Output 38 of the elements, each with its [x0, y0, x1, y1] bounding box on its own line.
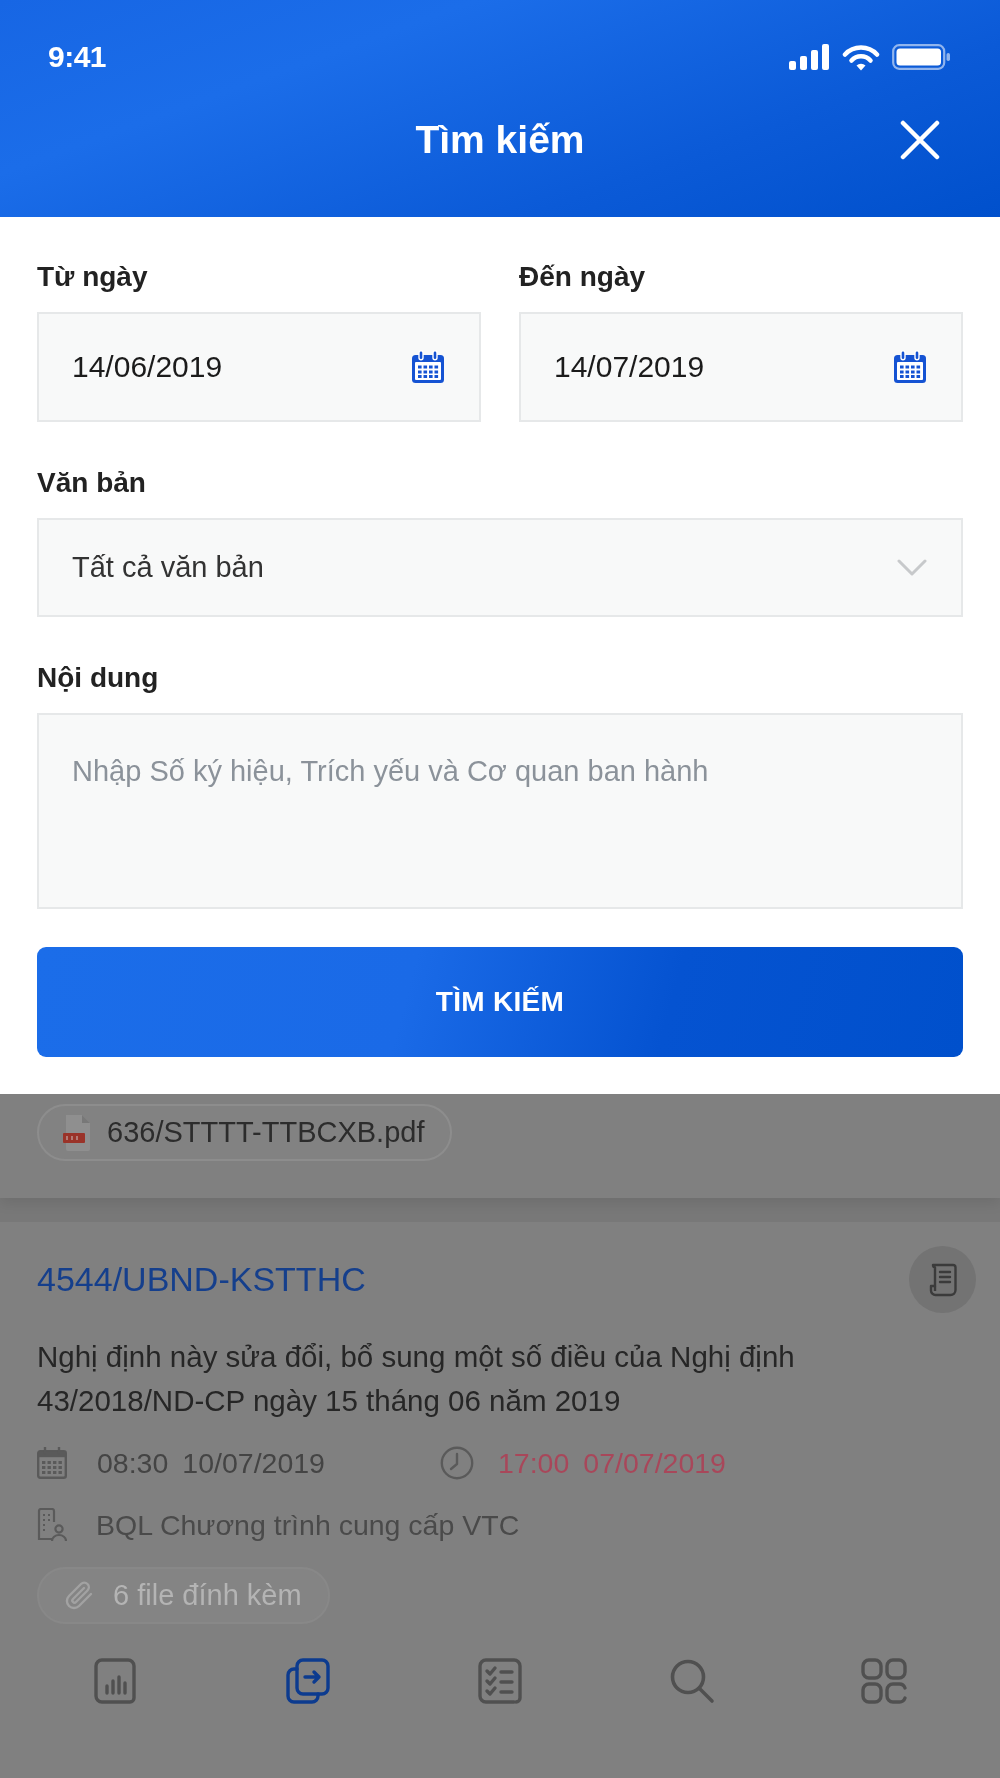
- deadline-time: 17:00: [498, 1446, 570, 1480]
- search-icon: [668, 1657, 716, 1705]
- document-type-select[interactable]: Tất cả văn bản: [37, 518, 963, 617]
- attachment-chip[interactable]: 636/STTTT-TTBCXB.pdf: [37, 1104, 453, 1161]
- grid-icon: [860, 1657, 908, 1705]
- received-date: 10/07/2019: [182, 1446, 325, 1480]
- calendar-icon: [411, 350, 445, 384]
- clock-icon: [440, 1446, 474, 1480]
- field-label: Văn bản: [37, 466, 146, 500]
- calendar-icon: [893, 350, 927, 384]
- date-field[interactable]: 14/06/2019: [37, 312, 481, 422]
- chevron-down-icon: [897, 558, 927, 577]
- nav-tab[interactable]: [668, 1657, 716, 1705]
- close-button[interactable]: [898, 118, 942, 162]
- field-label: Từ ngày: [37, 260, 148, 294]
- close-icon: [900, 120, 940, 160]
- building-person-icon: [37, 1508, 67, 1542]
- checklist-icon: [476, 1657, 524, 1705]
- nav-tab[interactable]: [476, 1657, 524, 1705]
- documents-arrow-icon: [284, 1657, 332, 1705]
- battery-icon: [892, 44, 950, 70]
- nav-tab[interactable]: [860, 1657, 908, 1705]
- received-time: 08:30: [97, 1446, 169, 1480]
- calendar-icon: [37, 1447, 67, 1479]
- document-summary: Nghị định này sửa đổi, bổ sung một số điều của Nghị định 43/2018/ND-CP ngày 15 tháng 06 năm 2019: [37, 1339, 796, 1419]
- signal-icon: [789, 44, 830, 70]
- wifi-icon: [842, 43, 880, 71]
- content-field[interactable]: Nhập Số ký hiệu, Trích yếu và Cơ quan ban hành: [37, 713, 963, 909]
- document-icon: [928, 1262, 957, 1297]
- screen-title: Tìm kiếm: [415, 118, 585, 162]
- file-icon: [63, 1114, 91, 1151]
- deadline-date: 07/07/2019: [583, 1446, 726, 1480]
- field-label: Đến ngày: [519, 260, 646, 294]
- field-label: Nội dung: [37, 661, 159, 695]
- nav-tab[interactable]: [284, 1657, 332, 1705]
- search-button[interactable]: TÌM KIẾM: [37, 947, 963, 1057]
- date-field[interactable]: 14/07/2019: [519, 312, 963, 422]
- status-time: 9:41: [48, 40, 107, 74]
